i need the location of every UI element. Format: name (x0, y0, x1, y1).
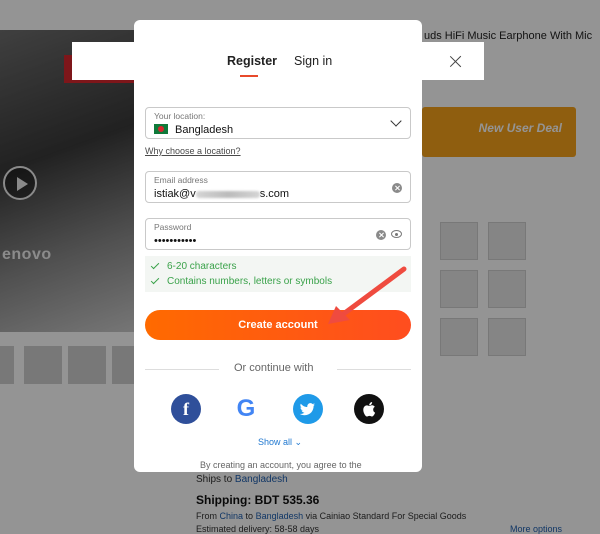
why-choose-location-link[interactable]: Why choose a location? (145, 146, 241, 156)
close-icon[interactable] (450, 55, 462, 67)
rule-characters: Contains numbers, letters or symbols (150, 275, 333, 287)
tab-sign-in[interactable]: Sign in (294, 54, 332, 68)
terms-text: By creating an account, you agree to the (200, 460, 362, 470)
chevron-down-icon: ⌄ (294, 437, 303, 447)
show-password-icon[interactable] (391, 230, 402, 238)
tab-register[interactable]: Register (227, 54, 277, 68)
show-all-text: Show all (258, 437, 293, 447)
continue-with-label: Or continue with (234, 362, 314, 374)
password-label: Password (154, 222, 192, 232)
show-all-link[interactable]: Show all ⌄ (258, 437, 302, 448)
clear-icon[interactable] (392, 183, 402, 193)
redacted-text (195, 190, 260, 198)
location-value: Bangladesh (175, 124, 234, 136)
email-value: istiak@v s.com (154, 188, 289, 200)
rule-length-text: 6-20 characters (167, 261, 237, 272)
chevron-down-icon (390, 115, 402, 127)
google-icon[interactable]: G (231, 394, 261, 424)
check-icon (150, 260, 160, 270)
twitter-bird-glyph (299, 403, 315, 416)
check-icon (150, 275, 160, 285)
apple-icon[interactable] (354, 394, 384, 424)
email-value-suffix: s.com (259, 188, 290, 200)
divider (337, 369, 411, 370)
apple-logo-glyph (363, 402, 376, 417)
annotation-arrow (328, 266, 407, 324)
facebook-icon[interactable]: f (171, 394, 201, 424)
email-field[interactable]: Email address istiak@v s.com (145, 171, 411, 203)
divider (145, 369, 219, 370)
password-value: ••••••••••• (154, 235, 197, 247)
bangladesh-flag-icon (154, 124, 168, 134)
password-field[interactable]: Password ••••••••••• (145, 218, 411, 250)
twitter-icon[interactable] (293, 394, 323, 424)
email-label: Email address (154, 175, 208, 185)
active-tab-indicator (240, 75, 258, 77)
location-label: Your location: (154, 111, 206, 121)
email-value-prefix: istiak@v (154, 188, 196, 200)
rule-characters-text: Contains numbers, letters or symbols (167, 276, 333, 287)
register-modal: Register Sign in Your location: Banglade… (134, 20, 422, 472)
rule-length: 6-20 characters (150, 260, 237, 272)
clear-icon[interactable] (376, 230, 386, 240)
location-select[interactable]: Your location: Bangladesh (145, 107, 411, 139)
